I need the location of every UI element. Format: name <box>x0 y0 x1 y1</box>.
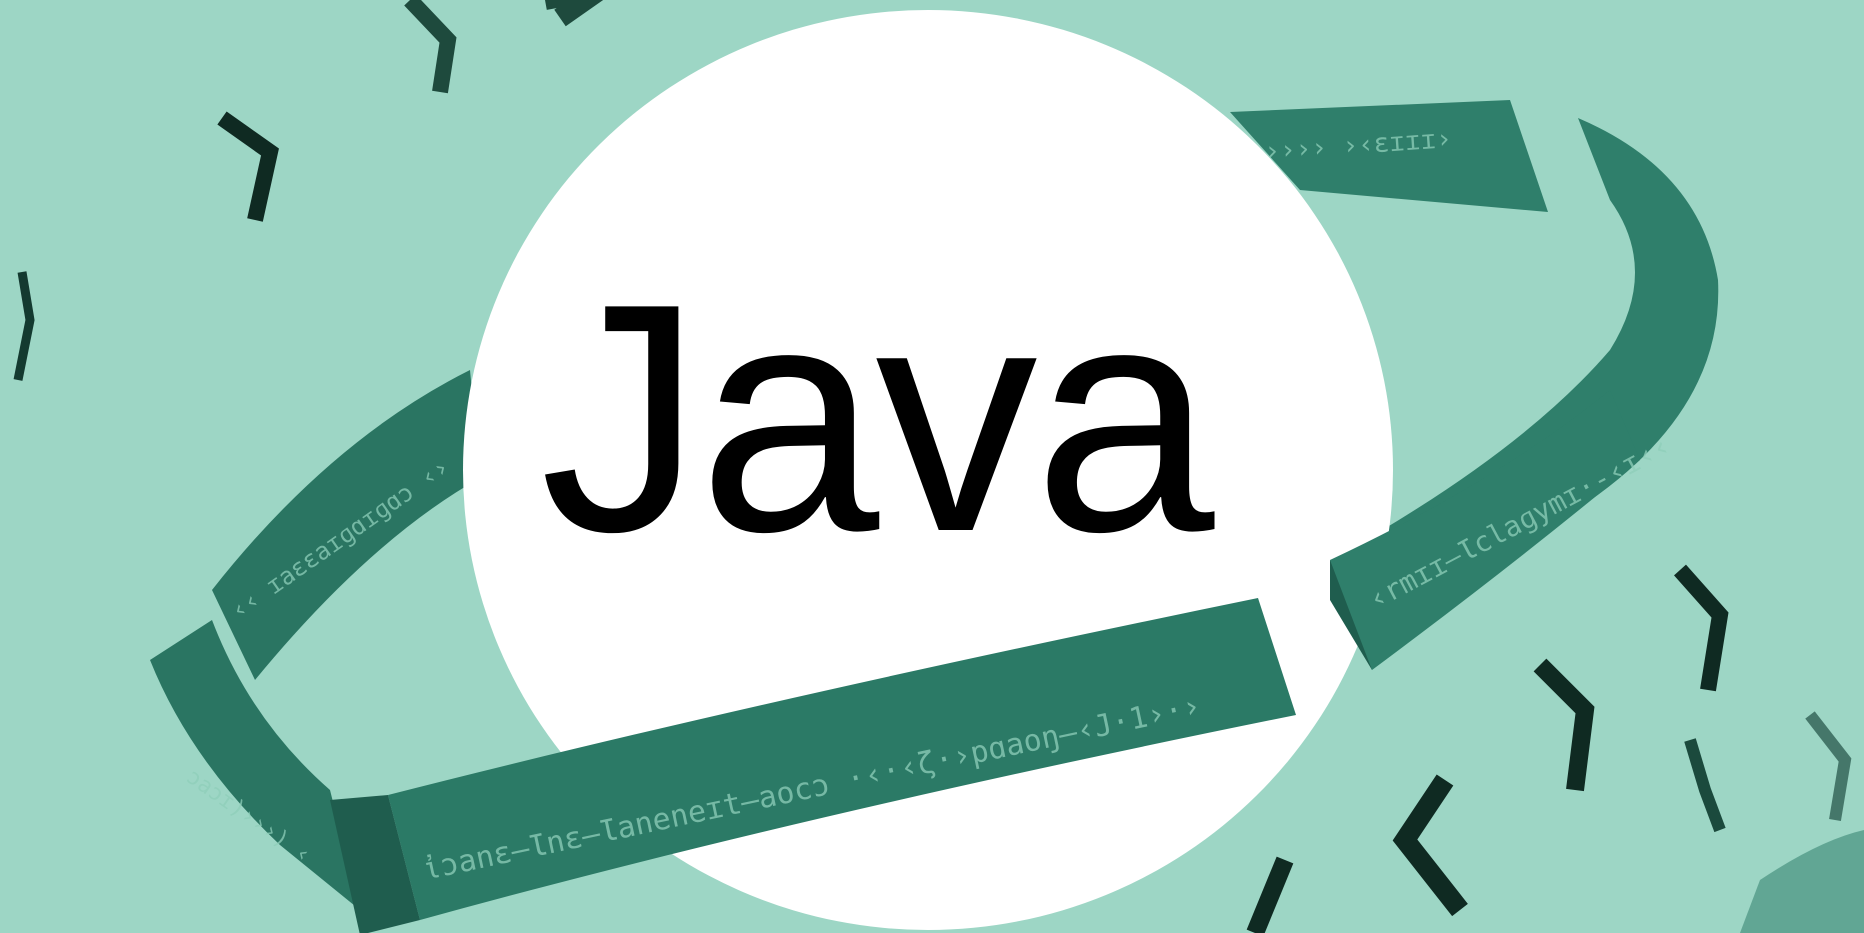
bracket-icon <box>1392 774 1468 917</box>
bracket-icon <box>404 0 457 94</box>
bracket-icon <box>1805 711 1852 821</box>
java-illustration: ›››› ›‹ɛɪɪɪ› ‹‹ ɪaɛɛaɪɡɑɪɡɑɔ ‹› ɔaɔɪ)›››… <box>0 0 1864 933</box>
bracket-icon <box>1674 564 1729 692</box>
bracket-icon <box>1246 856 1294 933</box>
bracket-icon <box>217 111 279 222</box>
bracket-icon <box>1684 738 1726 833</box>
bracket-icon <box>13 271 35 381</box>
blurred-ribbon-fragment <box>1740 830 1864 933</box>
java-title: Java <box>540 236 1214 599</box>
bracket-icon <box>1533 658 1595 792</box>
bracket-icon <box>545 0 604 27</box>
